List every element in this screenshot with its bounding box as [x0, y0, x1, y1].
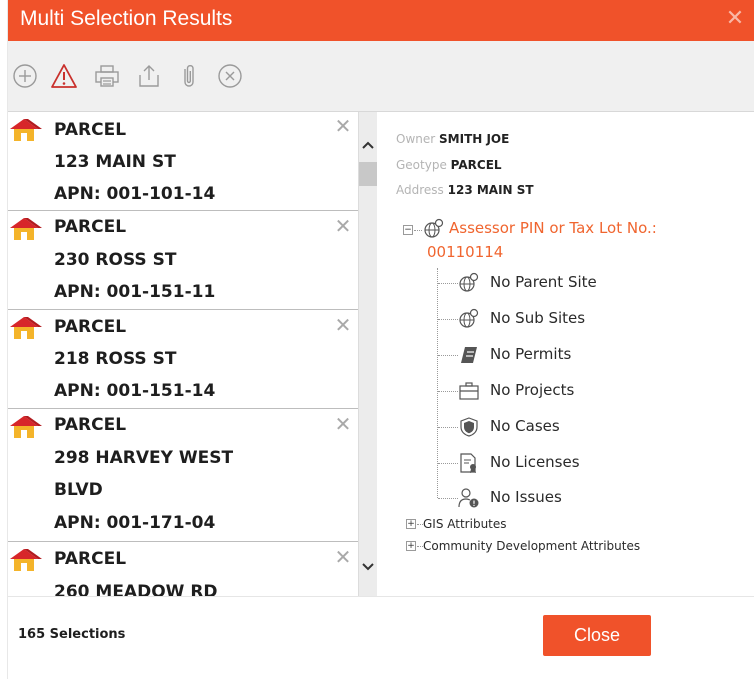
close-icon[interactable]: ✕	[333, 315, 353, 335]
selection-address-line2: BLVD	[54, 480, 103, 500]
selection-address-line1: 298 HARVEY WEST	[54, 448, 234, 468]
globe-pin-icon	[459, 308, 479, 328]
shield-icon	[460, 417, 478, 437]
selection-address: 260 MEADOW RD	[54, 582, 218, 596]
chevron-down-icon[interactable]	[359, 558, 377, 576]
selection-card[interactable]: PARCEL 218 ROSS ST APN: 001-151-14 ✕	[8, 310, 358, 409]
issue-icon	[458, 488, 479, 508]
chevron-up-icon[interactable]	[359, 136, 377, 154]
selection-address: 230 ROSS ST	[54, 250, 177, 270]
dialog-title: Multi Selection Results	[20, 7, 233, 30]
attach-icon[interactable]	[174, 61, 204, 91]
list-scrollbar[interactable]	[359, 112, 377, 596]
tree-item-licenses[interactable]: No Licenses	[490, 453, 580, 471]
selection-apn: APN: 001-171-04	[54, 513, 216, 533]
selection-list[interactable]: PARCEL 123 MAIN ST APN: 001-101-14 ✕ PAR…	[8, 112, 359, 596]
selection-type: PARCEL	[54, 549, 127, 569]
address-value: 123 MAIN ST	[447, 183, 534, 197]
license-icon	[460, 453, 476, 473]
briefcase-icon	[459, 382, 479, 400]
selection-card[interactable]: PARCEL 260 MEADOW RD ✕	[8, 542, 358, 596]
tree-root-label-line1[interactable]: Assessor PIN or Tax Lot No.:	[449, 219, 657, 237]
close-icon[interactable]: ✕	[723, 6, 747, 32]
selection-card[interactable]: PARCEL 298 HARVEY WEST BLVD APN: 001-171…	[8, 409, 358, 542]
footer-divider	[8, 596, 754, 597]
geotype-row: Geotype PARCEL	[396, 158, 502, 172]
house-icon	[10, 218, 42, 240]
permit-icon	[461, 347, 477, 363]
selection-type: PARCEL	[54, 415, 127, 435]
owner-row: Owner SMITH JOE	[396, 132, 509, 146]
geotype-value: PARCEL	[450, 158, 502, 172]
selection-card[interactable]: PARCEL 123 MAIN ST APN: 001-101-14 ✕	[8, 112, 358, 211]
owner-label: Owner	[396, 132, 436, 146]
house-icon	[10, 119, 42, 141]
owner-value: SMITH JOE	[439, 132, 510, 146]
selection-apn: APN: 001-151-11	[54, 282, 216, 302]
tree-item-cases[interactable]: No Cases	[490, 417, 560, 435]
address-label: Address	[396, 183, 444, 197]
house-icon	[10, 317, 42, 339]
tree-section-community-development[interactable]: Community Development Attributes	[423, 539, 640, 553]
selection-count: 165 Selections	[18, 627, 126, 642]
address-row: Address 123 MAIN ST	[396, 183, 534, 197]
toolbar	[8, 41, 754, 112]
collapse-toggle[interactable]: −	[403, 225, 413, 235]
selection-type: PARCEL	[54, 120, 127, 140]
selection-address: 218 ROSS ST	[54, 349, 177, 369]
house-icon	[10, 416, 42, 438]
multi-selection-dialog: Multi Selection Results ✕ PARCEL 123 MAI…	[7, 0, 754, 679]
warning-icon[interactable]	[49, 61, 79, 91]
add-icon[interactable]	[10, 61, 40, 91]
tree-root-label-line2[interactable]: 00110114	[427, 243, 503, 261]
selection-type: PARCEL	[54, 317, 127, 337]
tree-section-gis-attributes[interactable]: GIS Attributes	[423, 517, 507, 531]
expand-toggle[interactable]: +	[406, 541, 416, 551]
globe-pin-icon	[424, 218, 444, 238]
print-icon[interactable]	[92, 61, 122, 91]
detail-pane: Owner SMITH JOE Geotype PARCEL Address 1…	[388, 112, 754, 596]
globe-pin-icon	[459, 272, 479, 292]
selection-apn: APN: 001-151-14	[54, 381, 216, 401]
house-icon	[10, 549, 42, 571]
close-icon[interactable]: ✕	[333, 414, 353, 434]
close-icon[interactable]: ✕	[333, 116, 353, 136]
close-icon[interactable]: ✕	[333, 216, 353, 236]
tree-item-projects[interactable]: No Projects	[490, 381, 574, 399]
selection-type: PARCEL	[54, 217, 127, 237]
tree-item-parent-site[interactable]: No Parent Site	[490, 273, 597, 291]
title-bar: Multi Selection Results ✕	[8, 0, 754, 41]
selection-address: 123 MAIN ST	[54, 152, 176, 172]
tree-item-issues[interactable]: No Issues	[490, 488, 562, 506]
scroll-thumb[interactable]	[359, 162, 377, 186]
selection-apn: APN: 001-101-14	[54, 184, 216, 204]
remove-circle-icon[interactable]	[215, 61, 245, 91]
tree-item-permits[interactable]: No Permits	[490, 345, 571, 363]
close-button[interactable]: Close	[543, 615, 651, 656]
export-icon[interactable]	[134, 61, 164, 91]
geotype-label: Geotype	[396, 158, 447, 172]
selection-card[interactable]: PARCEL 230 ROSS ST APN: 001-151-11 ✕	[8, 211, 358, 310]
tree-item-sub-sites[interactable]: No Sub Sites	[490, 309, 585, 327]
expand-toggle[interactable]: +	[406, 519, 416, 529]
close-icon[interactable]: ✕	[333, 547, 353, 567]
